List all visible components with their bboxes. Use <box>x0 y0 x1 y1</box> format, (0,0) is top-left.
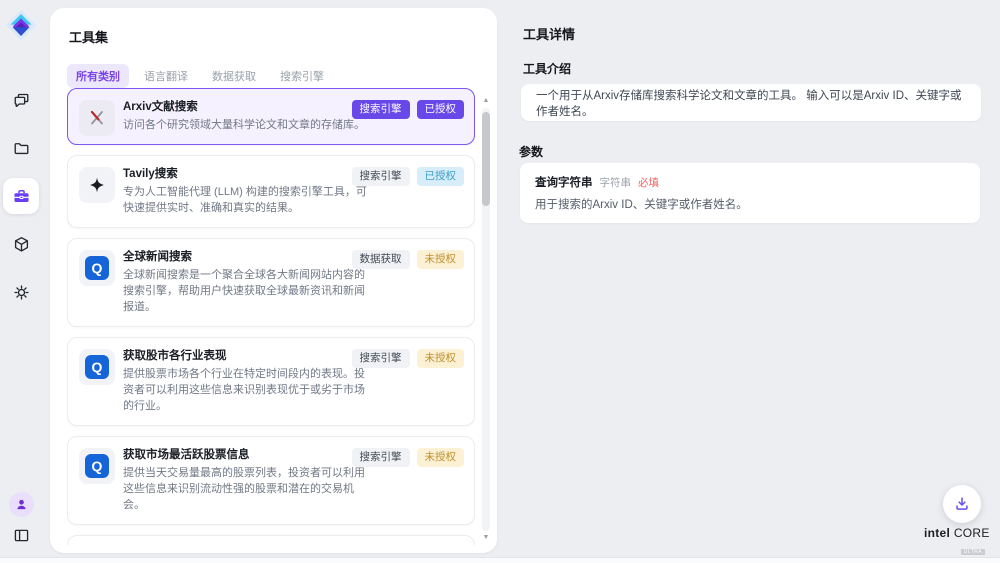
category-tabs: 所有类别语言翻译数据获取搜索引擎 <box>67 64 333 88</box>
tool-description: 专为人工智能代理 (LLM) 构建的搜索引擎工具，可快速提供实时、准确和真实的结… <box>123 184 375 216</box>
download-button[interactable] <box>943 485 981 523</box>
download-icon <box>953 495 971 513</box>
tool-list: Arxiv文献搜索访问各个研究领域大量科学论文和文章的存储库。搜索引擎已授权 Ta… <box>67 88 475 545</box>
tab-category-1[interactable]: 语言翻译 <box>135 64 197 88</box>
toolbox-icon <box>12 187 31 206</box>
juhe-q-icon: Q <box>79 349 115 385</box>
intel-core-text: intel CORE <box>924 526 988 540</box>
juhe-q-icon: Q <box>79 448 115 484</box>
toolset-panel: 工具集 所有类别语言翻译数据获取搜索引擎 Arxiv文献搜索访问各个研究领域大量… <box>50 8 497 553</box>
cube-icon <box>12 235 31 254</box>
tool-badges: 搜索引擎未授权 <box>352 448 465 467</box>
tool-description: 提供股票市场各个行业在特定时间段内的表现。投资者可以利用这些信息来识别表现优于或… <box>123 366 375 414</box>
scrollbar-thumb[interactable] <box>482 112 490 206</box>
sidebar-nav <box>3 82 39 322</box>
auth-status-badge: 未授权 <box>417 250 465 269</box>
sidebar-item-gear[interactable] <box>3 274 39 310</box>
category-badge: 搜索引擎 <box>352 448 410 467</box>
parameter-description: 用于搜索的Arxiv ID、关键字或作者姓名。 <box>535 196 965 212</box>
juhe-q-icon: Q <box>79 250 115 286</box>
tool-description: 访问各个研究领域大量科学论文和文章的存储库。 <box>123 117 375 133</box>
tool-card[interactable]: Tavily搜索专为人工智能代理 (LLM) 构建的搜索引擎工具，可快速提供实时… <box>67 155 475 228</box>
chat-icon <box>12 91 31 110</box>
scroll-down-icon[interactable]: ▼ <box>481 533 491 543</box>
tool-badges: 搜索引擎未授权 <box>352 349 465 368</box>
tool-badges: 搜索引擎已授权 <box>352 167 465 186</box>
parameter-required-badge: 必填 <box>638 175 659 190</box>
scroll-up-icon[interactable]: ▲ <box>481 96 491 106</box>
category-badge: 搜索引擎 <box>352 349 410 368</box>
user-avatar[interactable] <box>9 492 34 517</box>
sidebar-bottom <box>0 492 42 545</box>
app-logo-icon <box>4 8 38 42</box>
parameter-card: 查询字符串 字符串 必填 用于搜索的Arxiv ID、关键字或作者姓名。 <box>520 163 980 223</box>
params-heading: 参数 <box>519 143 543 160</box>
tool-card[interactable]: 万维地区新闻查询查询具体行政区划内的新闻，快速了解各地新闻动搜索引擎未授权 <box>67 535 475 545</box>
tab-category-2[interactable]: 数据获取 <box>203 64 265 88</box>
panel-toggle-icon <box>12 526 31 545</box>
parameter-name: 查询字符串 <box>535 174 593 190</box>
tool-card[interactable]: Arxiv文献搜索访问各个研究领域大量科学论文和文章的存储库。搜索引擎已授权 <box>67 88 475 145</box>
category-badge: 搜索引擎 <box>352 167 410 186</box>
category-badge: 搜索引擎 <box>352 100 410 119</box>
page-title: 工具集 <box>69 27 108 46</box>
auth-status-badge: 已授权 <box>417 100 465 119</box>
category-badge: 数据获取 <box>352 250 410 269</box>
tool-description: 提供当天交易量最高的股票列表，投资者可以利用这些信息来识别流动性强的股票和潜在的… <box>123 465 375 513</box>
folder-icon <box>12 139 31 158</box>
intro-heading: 工具介绍 <box>523 60 571 77</box>
ultra-badge: ULTRA <box>961 549 986 555</box>
auth-status-badge: 已授权 <box>417 167 465 186</box>
sidebar-item-chat[interactable] <box>3 82 39 118</box>
user-avatar-icon <box>14 497 29 512</box>
core-text: CORE <box>954 526 990 540</box>
sparkle-icon <box>79 167 115 203</box>
tool-card[interactable]: Q获取股市各行业表现提供股票市场各个行业在特定时间段内的表现。投资者可以利用这些… <box>67 337 475 426</box>
tool-details-panel: 工具详情 工具介绍 一个用于从Arxiv存储库搜索科学论文和文章的工具。 输入可… <box>519 0 985 563</box>
tool-card[interactable]: Q全球新闻搜索全球新闻搜索是一个聚合全球各大新闻网站内容的搜索引擎，帮助用户快速… <box>67 238 475 327</box>
sidebar <box>0 0 42 563</box>
tool-badges: 数据获取未授权 <box>352 250 465 269</box>
sidebar-item-cube[interactable] <box>3 226 39 262</box>
auth-status-badge: 未授权 <box>417 349 465 368</box>
tool-card[interactable]: Q获取市场最活跃股票信息提供当天交易量最高的股票列表，投资者可以利用这些信息来识… <box>67 436 475 525</box>
tool-description: 全球新闻搜索是一个聚合全球各大新闻网站内容的搜索引擎，帮助用户快速获取全球最新资… <box>123 267 375 315</box>
auth-status-badge: 未授权 <box>417 448 465 467</box>
tab-category-0[interactable]: 所有类别 <box>67 64 129 88</box>
sidebar-item-folder[interactable] <box>3 130 39 166</box>
bottom-edge <box>0 557 1000 563</box>
intel-core-logo: intel CORE ULTRA <box>924 526 988 558</box>
arxiv-icon <box>79 100 115 136</box>
sidebar-collapse-button[interactable] <box>12 526 31 545</box>
details-title: 工具详情 <box>523 24 575 43</box>
gear-icon <box>12 283 31 302</box>
scrollbar[interactable]: ▲ ▼ <box>481 96 491 543</box>
tool-badges: 搜索引擎已授权 <box>352 100 465 119</box>
tool-intro-text: 一个用于从Arxiv存储库搜索科学论文和文章的工具。 输入可以是Arxiv ID… <box>521 84 981 121</box>
tab-category-3[interactable]: 搜索引擎 <box>271 64 333 88</box>
sidebar-item-toolbox[interactable] <box>3 178 39 214</box>
parameter-type: 字符串 <box>600 175 632 190</box>
